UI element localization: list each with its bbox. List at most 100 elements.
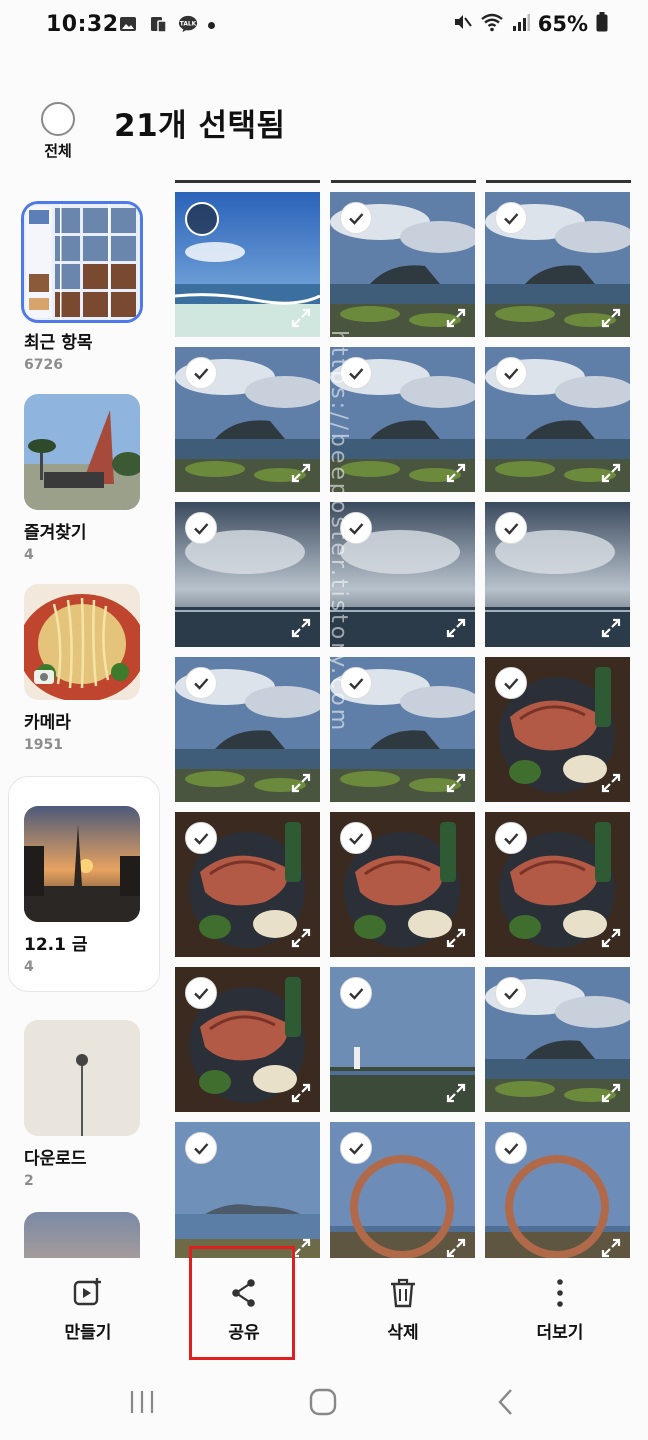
photo-tile[interactable] bbox=[175, 347, 320, 492]
album-thumb-date[interactable] bbox=[24, 806, 140, 922]
signal-icon bbox=[512, 12, 530, 36]
album-favorites[interactable]: 즐겨찾기 4 bbox=[24, 394, 164, 563]
photo-grid[interactable] bbox=[175, 180, 635, 1258]
album-thumb-favorites[interactable] bbox=[24, 394, 140, 510]
photo-tile[interactable] bbox=[175, 192, 320, 337]
kakaotalk-icon: TALK bbox=[178, 14, 198, 34]
photo-tile[interactable] bbox=[175, 657, 320, 802]
selected-check-icon[interactable] bbox=[185, 1132, 217, 1164]
album-count: 1951 bbox=[24, 737, 63, 753]
expand-icon[interactable] bbox=[290, 927, 312, 949]
album-date-12-1[interactable]: 12.1 금 4 bbox=[24, 806, 164, 975]
more-button[interactable]: 더보기 bbox=[505, 1276, 615, 1343]
expand-icon[interactable] bbox=[290, 307, 312, 329]
expand-icon[interactable] bbox=[600, 462, 622, 484]
gallery-notification-icon bbox=[118, 14, 138, 34]
battery-icon bbox=[596, 12, 608, 36]
select-all-checkbox[interactable] bbox=[41, 102, 75, 136]
album-name: 최근 항목 bbox=[24, 333, 93, 353]
expand-icon[interactable] bbox=[290, 462, 312, 484]
photo-tile[interactable] bbox=[485, 812, 630, 957]
expand-icon[interactable] bbox=[445, 772, 467, 794]
selected-check-icon[interactable] bbox=[495, 667, 527, 699]
selected-check-icon[interactable] bbox=[185, 822, 217, 854]
selected-check-icon[interactable] bbox=[340, 1132, 372, 1164]
album-sidebar[interactable]: 최근 항목 6726 즐겨찾기 4 카메라 1951 12.1 금 4 다운로드… bbox=[0, 178, 172, 1258]
photo-tile[interactable] bbox=[175, 812, 320, 957]
photo-tile[interactable] bbox=[485, 657, 630, 802]
album-thumb-partial[interactable] bbox=[24, 1212, 140, 1258]
more-label: 더보기 bbox=[536, 1323, 584, 1343]
expand-icon[interactable] bbox=[600, 1237, 622, 1258]
expand-icon[interactable] bbox=[290, 617, 312, 639]
expand-icon[interactable] bbox=[445, 1082, 467, 1104]
status-system-icons: 65% bbox=[452, 12, 608, 36]
expand-icon[interactable] bbox=[445, 927, 467, 949]
selected-check-icon[interactable] bbox=[495, 977, 527, 1009]
expand-icon[interactable] bbox=[600, 307, 622, 329]
expand-icon[interactable] bbox=[445, 1237, 467, 1258]
album-downloads[interactable]: 다운로드 2 bbox=[24, 1020, 164, 1189]
home-button[interactable] bbox=[303, 1382, 343, 1422]
expand-icon[interactable] bbox=[600, 927, 622, 949]
album-thumb-camera[interactable] bbox=[24, 584, 140, 700]
photo-tile[interactable] bbox=[175, 1122, 320, 1258]
selected-check-icon[interactable] bbox=[495, 822, 527, 854]
selected-check-icon[interactable] bbox=[495, 202, 527, 234]
selected-check-icon[interactable] bbox=[185, 977, 217, 1009]
bottom-action-bar: 만들기 공유 삭제 더보기 bbox=[0, 1258, 648, 1366]
status-notification-icons: TALK bbox=[118, 14, 198, 34]
photo-tile[interactable] bbox=[485, 1122, 630, 1258]
photo-tile[interactable] bbox=[485, 192, 630, 337]
selected-check-icon[interactable] bbox=[185, 512, 217, 544]
expand-icon[interactable] bbox=[445, 617, 467, 639]
more-vertical-icon bbox=[557, 1279, 563, 1307]
selected-check-icon[interactable] bbox=[185, 667, 217, 699]
expand-icon[interactable] bbox=[445, 307, 467, 329]
photo-tile[interactable] bbox=[330, 1122, 475, 1258]
photo-tile[interactable] bbox=[485, 967, 630, 1112]
album-recent[interactable]: 최근 항목 6726 bbox=[24, 204, 164, 373]
battery-percent: 65% bbox=[537, 12, 588, 36]
photo-tile[interactable] bbox=[485, 502, 630, 647]
album-camera[interactable]: 카메라 1951 bbox=[24, 584, 164, 753]
create-button[interactable]: 만들기 bbox=[33, 1276, 143, 1343]
watermark: https://beeposter.tistory.com bbox=[318, 330, 358, 1070]
expand-icon[interactable] bbox=[290, 772, 312, 794]
photo-tile[interactable] bbox=[330, 192, 475, 337]
album-thumb-downloads[interactable] bbox=[24, 1020, 140, 1136]
phone-screen-icon bbox=[148, 14, 168, 34]
selected-check-icon[interactable] bbox=[495, 512, 527, 544]
expand-icon[interactable] bbox=[600, 617, 622, 639]
album-name: 즐겨찾기 bbox=[24, 523, 87, 543]
svg-text:TALK: TALK bbox=[180, 21, 197, 27]
select-all-toggle[interactable]: 전체 bbox=[38, 102, 78, 161]
grid-top-edge bbox=[175, 180, 631, 183]
wifi-icon bbox=[480, 12, 504, 36]
create-label: 만들기 bbox=[64, 1323, 112, 1343]
expand-icon[interactable] bbox=[600, 1082, 622, 1104]
album-count: 6726 bbox=[24, 357, 63, 373]
home-icon bbox=[309, 1388, 337, 1416]
system-navigation-bar bbox=[0, 1366, 648, 1440]
selected-check-icon[interactable] bbox=[340, 202, 372, 234]
photo-tile[interactable] bbox=[485, 347, 630, 492]
recent-apps-button[interactable] bbox=[122, 1382, 162, 1422]
back-button[interactable] bbox=[486, 1382, 526, 1422]
watermark-text: https://beeposter.tistory.com bbox=[326, 330, 351, 734]
photo-tile[interactable] bbox=[175, 502, 320, 647]
photo-tile[interactable] bbox=[175, 967, 320, 1112]
album-name: 다운로드 bbox=[24, 1149, 87, 1169]
select-all-label: 전체 bbox=[44, 142, 72, 160]
selected-check-icon[interactable] bbox=[495, 1132, 527, 1164]
expand-icon[interactable] bbox=[600, 772, 622, 794]
selected-check-icon[interactable] bbox=[185, 357, 217, 389]
album-partial[interactable] bbox=[24, 1212, 164, 1258]
expand-icon[interactable] bbox=[445, 462, 467, 484]
expand-icon[interactable] bbox=[290, 1082, 312, 1104]
unselected-checkbox-icon[interactable] bbox=[185, 202, 219, 236]
status-time: 10:32 bbox=[46, 12, 119, 37]
delete-button[interactable]: 삭제 bbox=[348, 1276, 458, 1343]
album-thumb-recent[interactable] bbox=[24, 204, 140, 320]
selected-check-icon[interactable] bbox=[495, 357, 527, 389]
